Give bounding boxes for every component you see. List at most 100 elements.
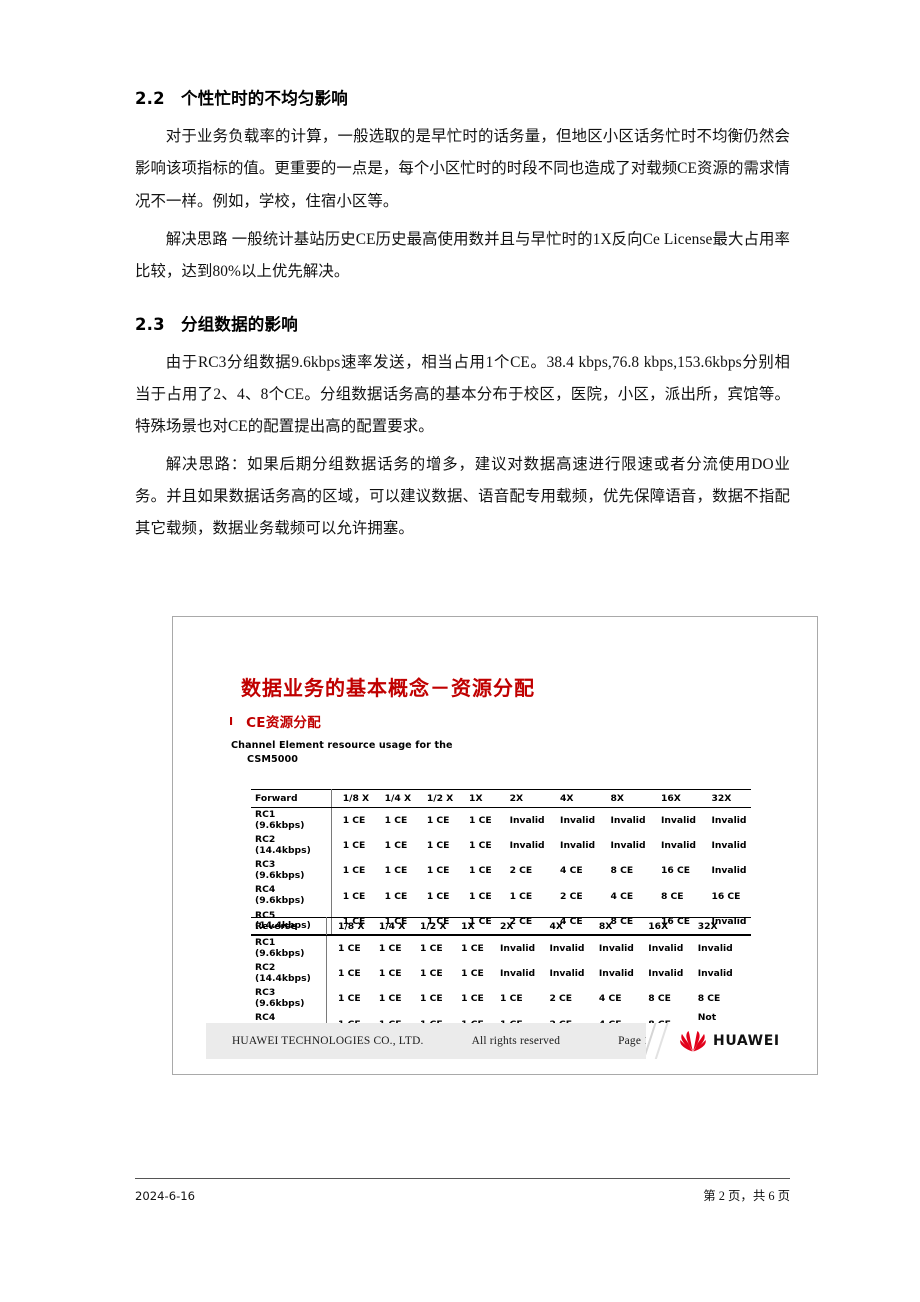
column-header: 16X (649, 789, 701, 808)
bullet-marker-icon: I (229, 714, 234, 728)
column-header: 1/8 X (331, 789, 374, 808)
table-cell: Invalid (711, 840, 747, 852)
slide-title: 数据业务的基本概念－资源分配 (241, 676, 535, 700)
table-cell: Invalid (509, 815, 545, 827)
table-cell: Invalid (648, 968, 684, 980)
column-header: 8X (587, 917, 638, 936)
paragraph-2-3-1: 由于RC3分组数据9.6kbps速率发送，相当占用1个CE。38.4 kbps,… (135, 354, 790, 436)
table-cell: Invalid (549, 943, 585, 955)
table-cell: Invalid (598, 968, 634, 980)
table-cell: 8 CE (660, 890, 684, 902)
table-cell: Invalid (697, 968, 733, 980)
paragraph-2-2-2: 解决思路 一般统计基站历史CE历史最高使用数并且与早忙时的1X反向Ce Lice… (135, 230, 790, 280)
table-cell: 1 CE (469, 840, 492, 852)
row-label: RC3 (9.6kbps) (251, 986, 328, 1012)
column-header: 2X (489, 917, 539, 936)
table-cell: 8 CE (610, 865, 634, 877)
column-header: 1X (458, 789, 499, 808)
table-cell: 1 CE (342, 890, 366, 902)
table-cell: 1 CE (342, 865, 366, 877)
slide-footer: HUAWEI TECHNOLOGIES CO., LTD. All rights… (206, 1023, 788, 1059)
table-cell: Invalid (648, 943, 684, 955)
row-label: RC1 (9.6kbps) (251, 807, 332, 834)
paragraph-2-2-1: 对于业务负载率的计算，一般选取的是早忙时的话务量，但地区小区话务忙时不均衡仍然会… (135, 128, 790, 210)
column-header: 2X (498, 789, 550, 808)
huawei-logo-text: HUAWEI (713, 1033, 780, 1049)
table-cell: 1 CE (461, 968, 484, 980)
table-cell: 2 CE (560, 890, 583, 902)
table-cell: 1 CE (338, 993, 361, 1005)
column-header: 1/8 X (326, 917, 368, 936)
footer-date: 2024-6-16 (135, 1189, 196, 1203)
table-row: RC1 (9.6kbps) 1 CE 1 CE 1 CE 1 CE Invalid Inval… (251, 935, 751, 962)
table-cell: Invalid (598, 943, 634, 955)
slide-footer-company: HUAWEI TECHNOLOGIES CO., LTD. (232, 1035, 424, 1047)
table-cell: Invalid (509, 840, 545, 852)
table-cell: Invalid (560, 815, 596, 827)
table-cell: 1 CE (426, 865, 450, 877)
page-footer: 2024-6-16 第 2 页，共 6 页 (135, 1178, 790, 1204)
table-cell: Invalid (610, 840, 646, 852)
slide-bullet-text: CE资源分配 (246, 715, 322, 731)
table-cell: Invalid (711, 865, 747, 877)
table-cell: 1 CE (420, 968, 443, 980)
table-cell: 1 CE (338, 943, 361, 955)
column-header: 32X (686, 917, 751, 936)
heading-2-3: 2.3 分组数据的影响 (135, 314, 790, 335)
forward-table-body: RC1 (9.6kbps) 1 CE 1 CE 1 CE 1 CE Invalid Inval… (251, 807, 751, 935)
table-row: RC3 (9.6kbps) 1 CE 1 CE 1 CE 1 CE 2 CE 4 CE 8 CE… (251, 858, 751, 884)
table-cell: 1 CE (426, 840, 450, 852)
column-header: 1/2 X (415, 789, 459, 808)
forward-table-head: Forward 1/8 X 1/4 X 1/2 X 1X 2X 4X 8X 16X 32X (251, 789, 751, 808)
forward-table: Forward 1/8 X 1/4 X 1/2 X 1X 2X 4X 8X 16X 32X RC1… (251, 789, 751, 935)
heading-2-2: 2.2 个性忙时的不均匀影响 (135, 88, 790, 109)
huawei-flower-icon (680, 1031, 706, 1052)
table-cell: Invalid (660, 815, 696, 827)
heading-2-2-number: 2.2 (135, 89, 165, 108)
table-cell: Invalid (560, 840, 596, 852)
slide-footer-rights: All rights reserved (471, 1035, 561, 1047)
table-cell: 1 CE (384, 815, 408, 827)
row-label: RC2 (14.4kbps) (251, 961, 328, 987)
table-cell: 4 CE (610, 890, 634, 902)
table-cell: 1 CE (469, 890, 492, 902)
table-cell: Invalid (549, 968, 585, 980)
table-cell: 1 CE (469, 865, 492, 877)
cell-text: RC4 (9.6kbps) (255, 884, 305, 907)
table-row: RC4 (9.6kbps) 1 CE 1 CE 1 CE 1 CE 1 CE 2 CE 4 CE… (251, 883, 751, 909)
heading-2-2-title: 个性忙时的不均匀影响 (181, 89, 348, 108)
table-row: RC2 (14.4kbps) 1 CE 1 CE 1 CE 1 CE Invalid Inva… (251, 833, 751, 859)
slide-bullet-row: I CE资源分配 (229, 711, 321, 731)
table-cell: 2 CE (549, 993, 573, 1005)
column-header: Forward (251, 789, 332, 808)
reverse-table-body: RC1 (9.6kbps) 1 CE 1 CE 1 CE 1 CE Invalid Inval… (251, 935, 751, 1038)
column-header: 1/4 X (373, 789, 416, 808)
table-cell: 1 CE (338, 968, 361, 980)
cell-text: RC3 (9.6kbps) (255, 859, 305, 881)
table-cell: 1 CE (342, 815, 366, 827)
table-cell: 16 CE (660, 865, 690, 877)
row-label: RC3 (9.6kbps) (251, 858, 332, 884)
table-cell: Invalid (610, 815, 646, 827)
document-page: 2.2 个性忙时的不均匀影响 对于业务负载率的计算，一般选取的是早忙时的话务量，但… (0, 0, 920, 1302)
slash-decoration-2 (652, 1023, 670, 1059)
table-cell: 1 CE (378, 968, 402, 980)
cell-text: RC2 (14.4kbps) (255, 962, 311, 984)
table-cell: Invalid (660, 840, 696, 852)
embedded-slide-figure: 数据业务的基本概念－资源分配 I CE资源分配 Channel Element … (172, 616, 818, 1075)
column-header: 1X (450, 917, 490, 936)
table-cell: 1 CE (426, 815, 450, 827)
table-cell: 1 CE (384, 890, 408, 902)
row-label: RC2 (14.4kbps) (251, 833, 332, 859)
cell-text: RC1 (9.6kbps) (255, 809, 305, 831)
footer-pagination: 第 2 页，共 6 页 (703, 1189, 790, 1203)
slide-subnote-line1: Channel Element resource usage for the (231, 740, 453, 751)
table-cell: 1 CE (500, 993, 523, 1005)
table-cell: 1 CE (342, 840, 366, 852)
table-cell: Invalid (500, 943, 536, 955)
table-cell: Invalid (697, 943, 733, 955)
row-label: RC1 (9.6kbps) (251, 935, 328, 962)
column-header: 16X (637, 917, 687, 936)
table-cell: 1 CE (420, 993, 443, 1005)
